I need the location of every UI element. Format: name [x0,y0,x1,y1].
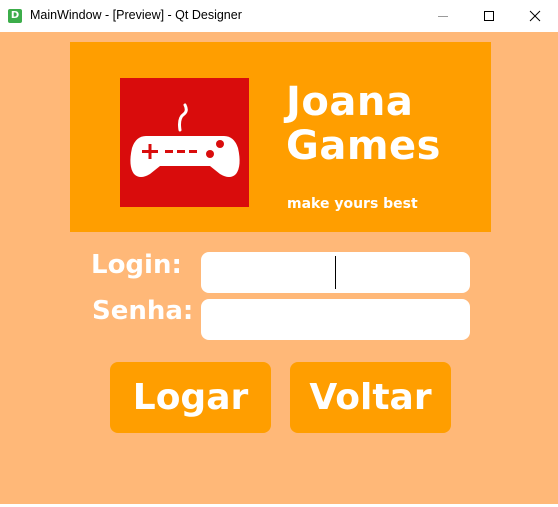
logo-box [120,78,249,207]
window-titlebar: D MainWindow - [Preview] - Qt Designer [0,0,558,33]
main-window-content: Joana Games make yours best Login: Senha… [0,32,558,504]
brand-name-line-2: Games [286,123,441,169]
window-title: MainWindow - [Preview] - Qt Designer [30,8,242,22]
brand-banner: Joana Games make yours best [70,42,491,232]
login-label: Login: [91,250,182,280]
minimize-button[interactable] [420,0,466,32]
voltar-button[interactable]: Voltar [290,362,451,433]
text-caret [335,256,336,289]
close-button[interactable] [512,0,558,32]
senha-label: Senha: [92,296,194,326]
gamepad-icon [130,103,240,177]
logar-button[interactable]: Logar [110,362,271,433]
minimize-icon [438,16,448,17]
brand-name-line-1: Joana [286,79,414,125]
brand-tagline: make yours best [287,196,418,212]
qt-designer-icon: D [8,9,22,23]
senha-input[interactable] [201,299,470,340]
maximize-icon [484,11,494,21]
maximize-button[interactable] [466,0,512,32]
close-icon [529,10,541,22]
